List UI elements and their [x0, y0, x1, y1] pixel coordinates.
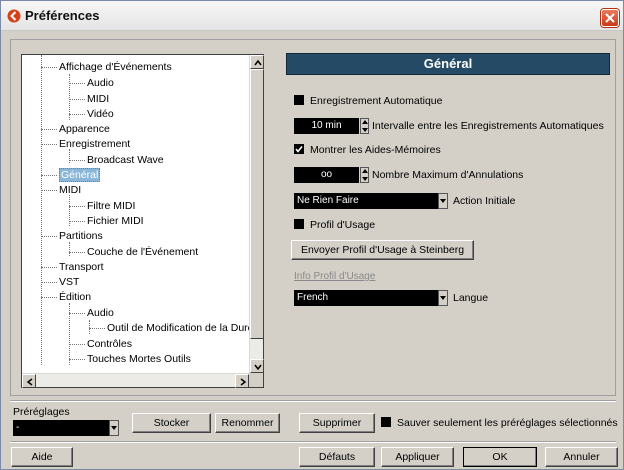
language-select[interactable]: French [294, 290, 448, 306]
panel-heading: Général [286, 53, 610, 75]
tree-item-broadcast-wave[interactable]: Broadcast Wave [87, 153, 164, 168]
apply-button[interactable]: Appliquer [381, 447, 454, 467]
tree-item-touches-mortes-outils[interactable]: Touches Mortes Outils [87, 352, 191, 367]
stepper-arrows-icon [362, 169, 368, 181]
chevron-down-icon [440, 296, 446, 300]
autosave-interval-field[interactable]: 10 min [294, 118, 359, 134]
tree-item-midi-root[interactable]: MIDI [59, 183, 81, 198]
window-title: Préférences [25, 8, 100, 23]
usage-profile-label: Profil d'Usage [310, 219, 376, 231]
tree-item-affichage-evenements[interactable]: Affichage d'Événements [59, 60, 172, 75]
rename-preset-button[interactable]: Renommer [215, 413, 280, 433]
language-value: French [297, 292, 329, 303]
tree-item-enregistrement[interactable]: Enregistrement [59, 137, 130, 152]
auto-save-checkbox[interactable] [294, 95, 304, 105]
tree-item-audio[interactable]: Audio [87, 76, 114, 91]
scroll-down-button[interactable] [250, 359, 264, 373]
chevron-down-icon [440, 199, 446, 203]
presets-select[interactable]: - [13, 420, 119, 436]
chevron-left-icon [26, 378, 33, 386]
show-tips-checkbox[interactable] [294, 144, 304, 154]
tree-item-fichier-midi[interactable]: Fichier MIDI [87, 214, 144, 229]
store-preset-button[interactable]: Stocker [132, 413, 211, 433]
initial-action-label: Action Initiale [453, 195, 516, 207]
interval-label: Intervalle entre les Enregistrements Aut… [372, 120, 604, 132]
tree-item-video[interactable]: Vidéo [87, 107, 114, 122]
save-selected-toggle[interactable]: Sauver seulement les préréglages sélecti… [381, 417, 618, 429]
tree-item-vst[interactable]: VST [59, 275, 79, 290]
close-button[interactable] [601, 9, 619, 27]
defaults-button[interactable]: Défauts [299, 447, 375, 467]
initial-action-select[interactable]: Ne Rien Faire [294, 193, 448, 209]
tree-item-outil-modification-duree[interactable]: Outil de Modification de la Durée [107, 321, 251, 336]
max-undo-field[interactable]: oo [294, 167, 359, 183]
tree-item-transport[interactable]: Transport [59, 260, 104, 275]
checkmark-icon [295, 146, 303, 153]
save-selected-label: Sauver seulement les préréglages sélecti… [397, 417, 618, 429]
tree-item-partitions[interactable]: Partitions [59, 229, 103, 244]
show-tips-label: Montrer les Aides-Mémoires [310, 144, 441, 156]
language-label: Langue [453, 292, 489, 304]
scroll-right-button[interactable] [235, 374, 249, 388]
cancel-button[interactable]: Annuler [545, 447, 618, 467]
usage-profile-checkbox[interactable] [294, 219, 304, 229]
tree-item-edition-audio[interactable]: Audio [87, 306, 114, 321]
max-undo-stepper[interactable] [360, 167, 369, 183]
tree-item-midi[interactable]: MIDI [87, 92, 109, 107]
language-dropdown-button[interactable] [438, 290, 448, 306]
interval-stepper[interactable] [360, 118, 369, 134]
presets-separator [10, 400, 616, 402]
presets-dropdown-button[interactable] [109, 420, 119, 436]
tree-horizontal-scrollbar[interactable] [22, 373, 263, 388]
preferences-tree[interactable]: Affichage d'Événements Audio MIDI Vidéo … [21, 54, 264, 388]
presets-selected-value: - [16, 422, 20, 433]
close-icon [605, 13, 615, 23]
tree-item-general[interactable]: Général [59, 168, 101, 183]
tree-item-couche-evenement[interactable]: Couche de l'Événement [87, 245, 198, 260]
tree-item-filtre-midi[interactable]: Filtre MIDI [87, 199, 135, 214]
chevron-down-icon [254, 364, 262, 371]
initial-action-value: Ne Rien Faire [297, 195, 359, 206]
scroll-left-button[interactable] [22, 374, 36, 388]
show-tips-toggle[interactable]: Montrer les Aides-Mémoires [294, 144, 441, 156]
auto-save-toggle[interactable]: Enregistrement Automatique [294, 95, 443, 107]
usage-profile-toggle[interactable]: Profil d'Usage [294, 219, 375, 231]
chevron-right-icon [240, 378, 247, 386]
ok-button[interactable]: OK [463, 447, 537, 467]
scroll-thumb[interactable] [250, 69, 264, 339]
max-undo-label: Nombre Maximum d'Annulations [372, 169, 524, 181]
chevron-up-icon [254, 59, 262, 66]
delete-preset-button[interactable]: Supprimer [299, 413, 375, 433]
save-selected-checkbox[interactable] [381, 417, 391, 427]
presets-label: Préréglages [13, 406, 70, 418]
scroll-up-button[interactable] [250, 55, 264, 69]
auto-save-label: Enregistrement Automatique [310, 95, 443, 107]
tree-content: Affichage d'Événements Audio MIDI Vidéo … [22, 55, 251, 373]
title-bar[interactable]: Préférences [1, 1, 623, 31]
tree-vertical-scrollbar[interactable] [249, 55, 264, 373]
preferences-window: Préférences Affichage d'Événements Audio… [0, 0, 624, 470]
cubase-logo-icon [7, 9, 21, 23]
chevron-down-icon [111, 426, 117, 430]
scroll-corner [249, 373, 263, 387]
help-button[interactable]: Aide [11, 447, 73, 467]
footer-separator [10, 441, 616, 443]
initial-action-dropdown-button[interactable] [438, 193, 448, 209]
stepper-arrows-icon [362, 120, 368, 132]
send-usage-profile-button[interactable]: Envoyer Profil d'Usage à Steinberg [291, 240, 474, 260]
usage-profile-info-link[interactable]: Info Profil d'Usage [294, 271, 375, 282]
tree-item-controles[interactable]: Contrôles [87, 337, 132, 352]
tree-item-apparence[interactable]: Apparence [59, 122, 110, 137]
tree-item-edition[interactable]: Édition [59, 290, 91, 305]
